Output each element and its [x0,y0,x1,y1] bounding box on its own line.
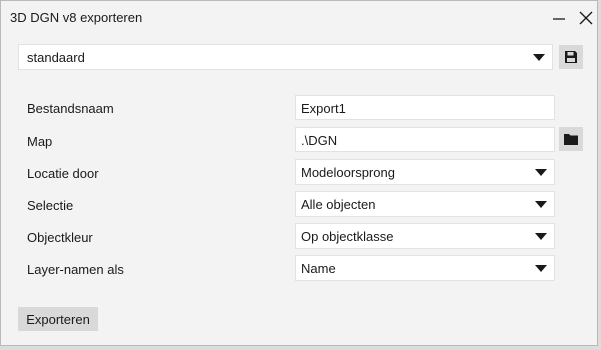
minimize-button[interactable] [546,5,572,31]
export-button[interactable]: Exporteren [18,307,98,331]
close-button[interactable] [573,5,599,31]
filename-label: Bestandsnaam [27,101,114,116]
chevron-down-icon [535,169,547,176]
filename-value: Export1 [301,101,346,116]
selection-value: Alle objecten [301,197,376,212]
export-dialog: 3D DGN v8 exporteren standaard Bestandsn… [0,0,598,346]
chevron-down-icon [533,54,545,61]
color-select[interactable]: Op objectklasse [295,223,555,249]
folder-input[interactable]: .\DGN [295,127,555,152]
layer-names-select[interactable]: Name [295,255,555,281]
location-label: Locatie door [27,166,99,181]
folder-icon [564,134,578,145]
filename-input[interactable]: Export1 [295,95,555,120]
profile-select-value: standaard [27,50,85,65]
selection-select[interactable]: Alle objecten [295,191,555,217]
folder-label: Map [27,134,53,149]
save-disk-icon [565,51,577,63]
profile-select[interactable]: standaard [18,44,553,70]
color-value: Op objectklasse [301,229,394,244]
chevron-down-icon [535,201,547,208]
color-label: Objectkleur [27,230,93,245]
browse-folder-button[interactable] [559,127,583,151]
window-title: 3D DGN v8 exporteren [10,10,143,25]
chevron-down-icon [535,233,547,240]
chevron-down-icon [535,265,547,272]
layer-names-label: Layer-namen als [27,262,124,277]
selection-label: Selectie [27,198,74,213]
save-profile-button[interactable] [559,45,583,69]
profile-row: standaard [18,44,584,70]
minimize-icon [553,18,565,20]
close-icon [579,11,593,25]
location-value: Modeloorsprong [301,165,395,180]
title-bar: 3D DGN v8 exporteren [1,1,597,34]
layer-names-value: Name [301,261,336,276]
folder-value: .\DGN [301,133,338,148]
location-select[interactable]: Modeloorsprong [295,159,555,185]
